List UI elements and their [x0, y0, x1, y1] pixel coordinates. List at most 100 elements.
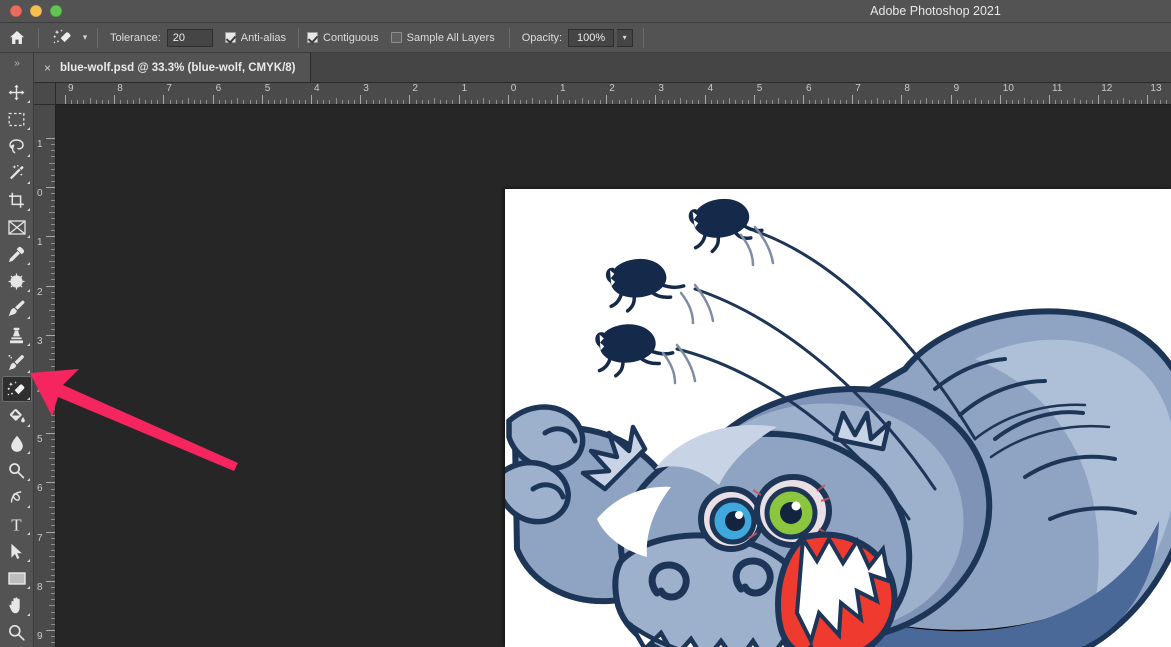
ruler-subtick: [446, 100, 448, 104]
tool-crop-tool[interactable]: [2, 187, 32, 213]
sample-all-layers-check-icon[interactable]: [390, 32, 402, 43]
tool-corner-indicator: [26, 154, 30, 157]
ruler-subtick: [1122, 98, 1124, 104]
opacity-input[interactable]: 100%: [568, 28, 615, 47]
app-title: Adobe Photoshop 2021: [870, 4, 1001, 18]
ruler-subtick: [975, 98, 977, 104]
document-canvas[interactable]: [505, 189, 1171, 647]
ruler-subtick: [735, 100, 737, 104]
tool-corner-indicator: [26, 478, 30, 481]
antialias-checkbox[interactable]: Anti-alias: [224, 32, 286, 44]
ruler-tick: [46, 433, 55, 435]
zoom-window-button[interactable]: [50, 5, 62, 17]
window-controls: [0, 5, 62, 17]
tool-rectangular-marquee-tool[interactable]: [2, 106, 32, 132]
ruler-tick: [409, 95, 411, 104]
ruler-subtick: [51, 476, 55, 478]
ruler-subtick: [790, 100, 792, 104]
ruler-subtick: [372, 100, 374, 104]
tool-type-tool[interactable]: T: [2, 511, 32, 537]
tool-brush-tool[interactable]: [2, 295, 32, 321]
ruler-subtick: [501, 100, 503, 104]
ruler-tick: [163, 95, 165, 104]
ruler-tick: [606, 95, 608, 104]
ruler-subtick: [434, 98, 435, 104]
ruler-label: 1: [461, 83, 468, 94]
ruler-subtick: [51, 242, 55, 244]
ruler-subtick: [181, 100, 183, 104]
ruler-subtick: [51, 156, 55, 158]
tool-eyedropper-tool[interactable]: [2, 241, 32, 267]
ruler-subtick: [846, 100, 848, 104]
ruler-subtick: [335, 98, 337, 104]
tool-magic-eraser-tool[interactable]: [1, 376, 32, 402]
ruler-subtick: [1165, 100, 1167, 104]
ruler-subtick: [876, 98, 878, 104]
contiguous-checkbox[interactable]: Contiguous: [307, 32, 379, 44]
ruler-subtick: [51, 199, 55, 201]
ruler-subtick: [618, 100, 620, 104]
antialias-check-icon[interactable]: [224, 32, 236, 43]
tool-rectangle-tool[interactable]: [2, 565, 32, 591]
tolerance-input[interactable]: 20: [166, 28, 213, 47]
ruler-subtick: [870, 100, 872, 104]
ruler-subtick: [51, 451, 55, 453]
sample-all-layers-checkbox[interactable]: Sample All Layers: [390, 32, 495, 44]
home-icon[interactable]: [0, 23, 34, 53]
tool-spot-healing-brush-tool[interactable]: [2, 268, 32, 294]
tool-corner-indicator: [26, 262, 30, 265]
tool-path-selection-tool[interactable]: [2, 538, 32, 564]
close-icon[interactable]: ×: [44, 62, 51, 74]
tool-preset-chevron-down-icon[interactable]: ▾: [77, 26, 93, 50]
ruler-subtick: [323, 100, 325, 104]
ruler-subtick: [51, 390, 55, 392]
tool-dodge-tool[interactable]: [2, 457, 32, 483]
tool-magic-wand-tool[interactable]: [2, 160, 32, 186]
ruler-subtick: [157, 100, 159, 104]
document-tab[interactable]: × blue-wolf.psd @ 33.3% (blue-wolf, CMYK…: [34, 53, 311, 82]
ruler-subtick: [126, 100, 128, 104]
tool-lasso-tool[interactable]: [2, 133, 32, 159]
tool-clone-stamp-tool[interactable]: [2, 322, 32, 348]
contiguous-check-icon[interactable]: [307, 32, 319, 43]
ruler-subtick: [51, 593, 55, 595]
tool-hand-tool[interactable]: [2, 592, 32, 618]
vertical-ruler[interactable]: 1 0 1 2 3 4 5 6 7 8 9: [34, 105, 56, 647]
ruler-corner[interactable]: [34, 83, 56, 105]
ruler-subtick: [1116, 100, 1118, 104]
ruler-subtick: [759, 100, 761, 104]
tool-move-tool[interactable]: [2, 79, 32, 105]
ruler-subtick: [51, 291, 55, 293]
ruler-subtick: [51, 574, 55, 576]
ruler-subtick: [624, 100, 626, 104]
double-chevron-right-icon[interactable]: »: [0, 53, 33, 73]
tool-corner-indicator: [26, 343, 30, 346]
tool-paint-bucket-tool[interactable]: [2, 403, 32, 429]
tool-zoom-tool[interactable]: [2, 619, 32, 645]
opacity-chevron-down-icon[interactable]: ▾: [617, 28, 634, 47]
ruler-subtick: [51, 586, 55, 588]
horizontal-ruler[interactable]: 9 8 7 6 5 4 3 2 1 0 1 2 3 4 5 6 7 8 9 10 11 12 13: [56, 83, 1171, 105]
ruler-subtick: [51, 445, 55, 447]
ruler-subtick: [280, 100, 282, 104]
minimize-window-button[interactable]: [30, 5, 42, 17]
ruler-tick: [753, 95, 755, 104]
ruler-subtick: [304, 100, 306, 104]
magic-eraser-icon[interactable]: [47, 26, 77, 50]
close-window-button[interactable]: [10, 5, 22, 17]
ruler-subtick: [520, 100, 522, 104]
ruler-subtick: [1153, 100, 1155, 104]
ruler-label: 5: [756, 83, 763, 94]
ruler-subtick: [470, 100, 472, 104]
tool-pen-tool[interactable]: [2, 484, 32, 510]
canvas-area[interactable]: [56, 105, 1171, 647]
ruler-subtick: [51, 181, 55, 183]
ruler-subtick: [274, 100, 276, 104]
ruler-subtick: [51, 543, 55, 545]
ruler-tick: [212, 95, 214, 104]
tool-frame-tool[interactable]: [2, 214, 32, 240]
ruler-subtick: [636, 100, 638, 104]
tool-history-brush-tool[interactable]: [2, 349, 32, 375]
ruler-subtick: [833, 100, 835, 104]
tool-blur-tool[interactable]: [2, 430, 32, 456]
